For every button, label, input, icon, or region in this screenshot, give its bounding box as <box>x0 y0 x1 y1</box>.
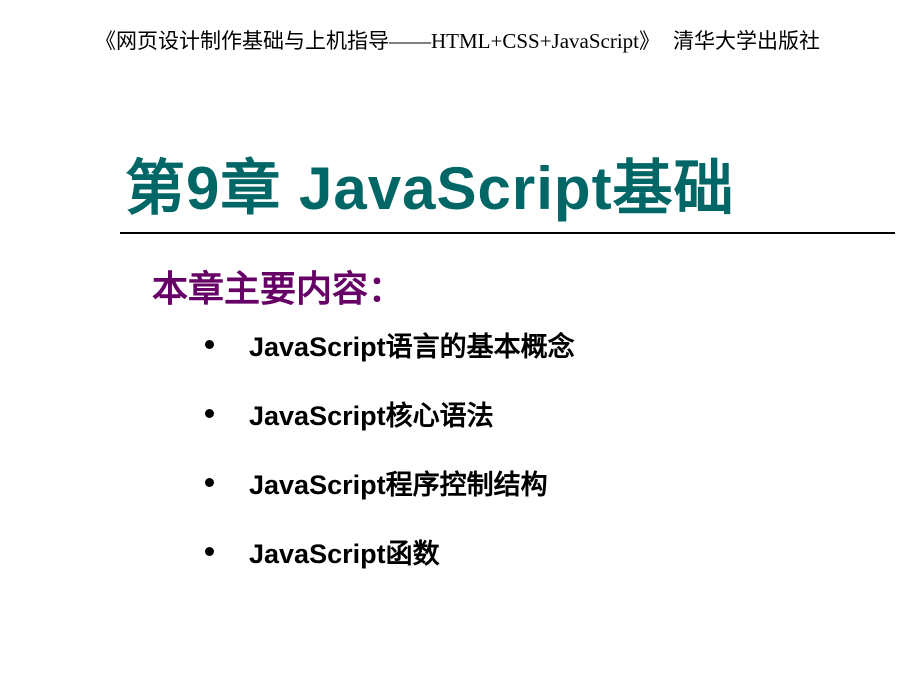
bullet-icon <box>205 340 214 349</box>
slide-header: 《网页设计制作基础与上机指导——HTML+CSS+JavaScript》 清华大… <box>0 25 920 55</box>
section-heading: 本章主要内容： <box>152 260 404 312</box>
list-item-label: JavaScript程序控制结构 <box>249 463 548 502</box>
list-item: JavaScript程序控制结构 <box>205 463 575 502</box>
chapter-title: 第9章 JavaScript基础 <box>125 140 900 227</box>
content-list: JavaScript语言的基本概念 JavaScript核心语法 JavaScr… <box>205 325 575 601</box>
bullet-icon <box>205 409 214 418</box>
publisher-name: 清华大学出版社 <box>673 25 820 55</box>
list-item: JavaScript函数 <box>205 532 575 571</box>
list-item-label: JavaScript函数 <box>249 532 440 571</box>
bullet-icon <box>205 478 214 487</box>
book-title: 《网页设计制作基础与上机指导——HTML+CSS+JavaScript》 <box>95 25 660 55</box>
title-divider <box>120 232 895 234</box>
list-item: JavaScript语言的基本概念 <box>205 325 575 364</box>
list-item-label: JavaScript核心语法 <box>249 394 494 433</box>
list-item-label: JavaScript语言的基本概念 <box>249 325 575 364</box>
list-item: JavaScript核心语法 <box>205 394 575 433</box>
bullet-icon <box>205 547 214 556</box>
